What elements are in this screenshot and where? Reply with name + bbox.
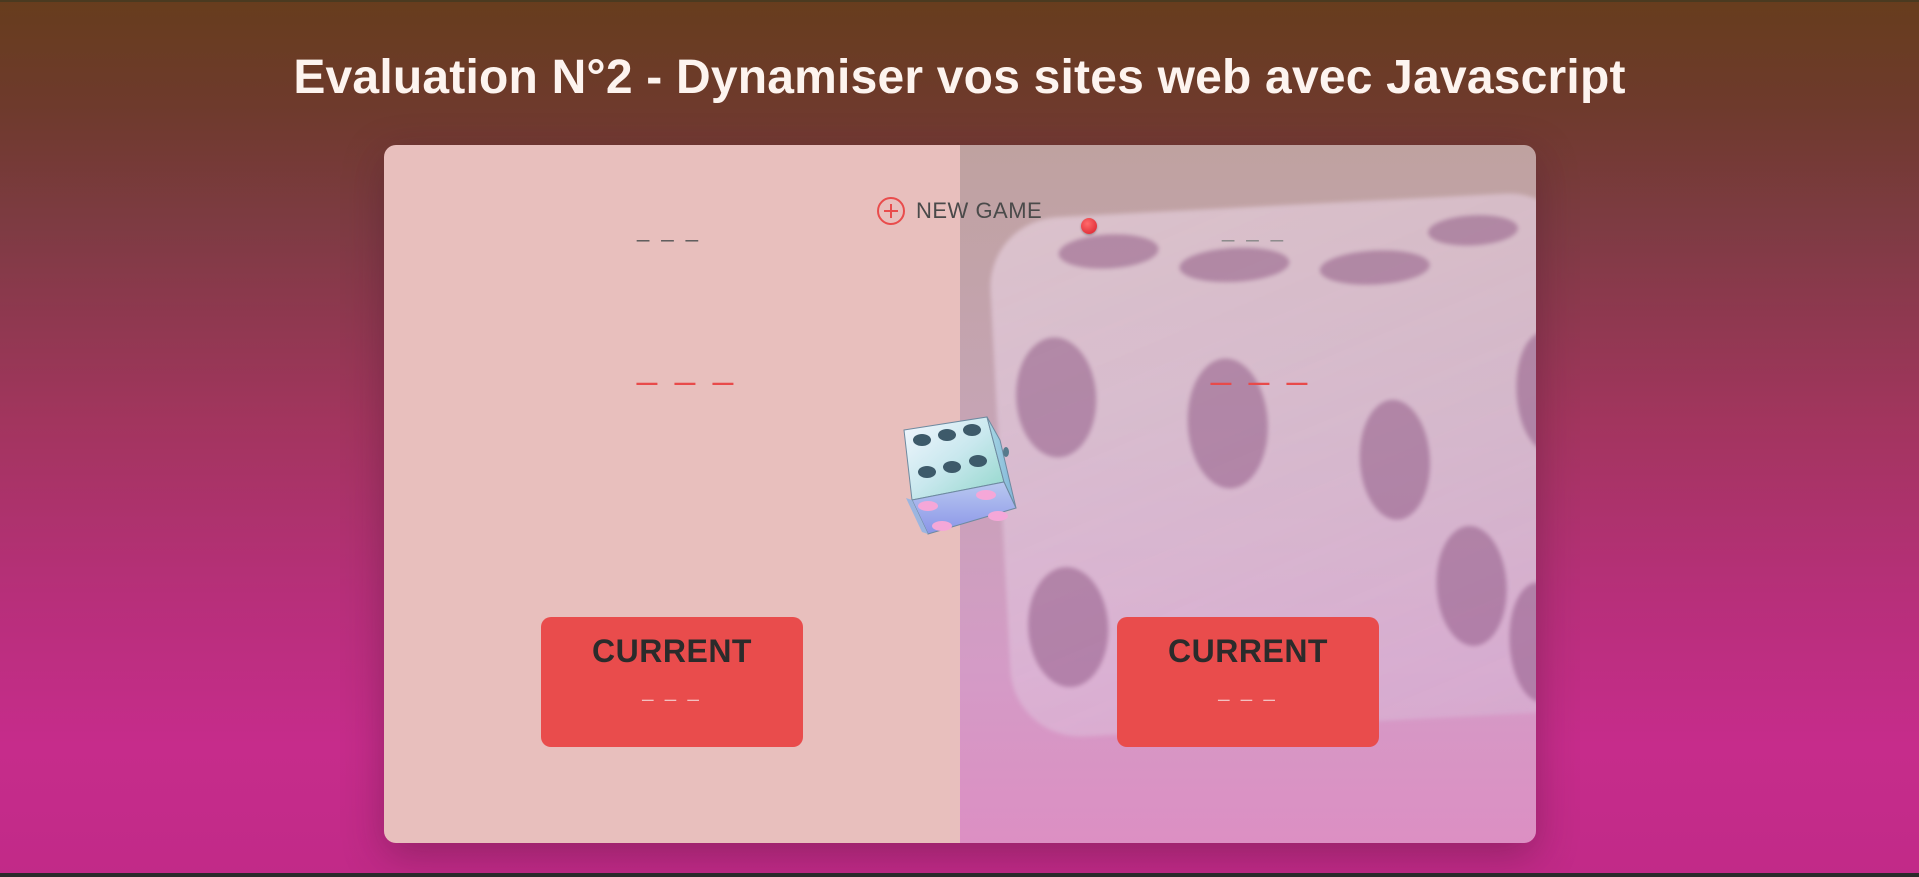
player-2-current-box: CURRENT _ _ _ [1117, 617, 1379, 747]
plus-circle-icon [876, 196, 906, 226]
active-player-indicator [1081, 218, 1097, 234]
player-1-current-box: CURRENT _ _ _ [541, 617, 803, 747]
dice-icon [892, 400, 1032, 560]
player-1-total-score: _ _ _ [637, 217, 701, 242]
player-1-current-score: _ _ _ [642, 680, 702, 702]
player-2-current-score: _ _ _ [1218, 680, 1278, 702]
player-1-current-label: CURRENT [592, 633, 752, 669]
player-1-name: _ _ _ [637, 345, 738, 386]
page-title: Evaluation N°2 - Dynamiser vos sites web… [293, 51, 1626, 104]
player-2-current-label: CURRENT [1168, 633, 1328, 669]
window-bottom-border [0, 873, 1919, 877]
game-board: _ _ _ _ _ _ _ _ _ _ _ _ NEW GAME CURRENT… [384, 145, 1536, 843]
player-2-total-score: _ _ _ [1222, 217, 1286, 242]
new-game-button[interactable]: NEW GAME [876, 191, 1042, 231]
player-2-name: _ _ _ [1211, 345, 1312, 386]
window-top-border [0, 0, 1919, 2]
new-game-label: NEW GAME [916, 198, 1043, 223]
